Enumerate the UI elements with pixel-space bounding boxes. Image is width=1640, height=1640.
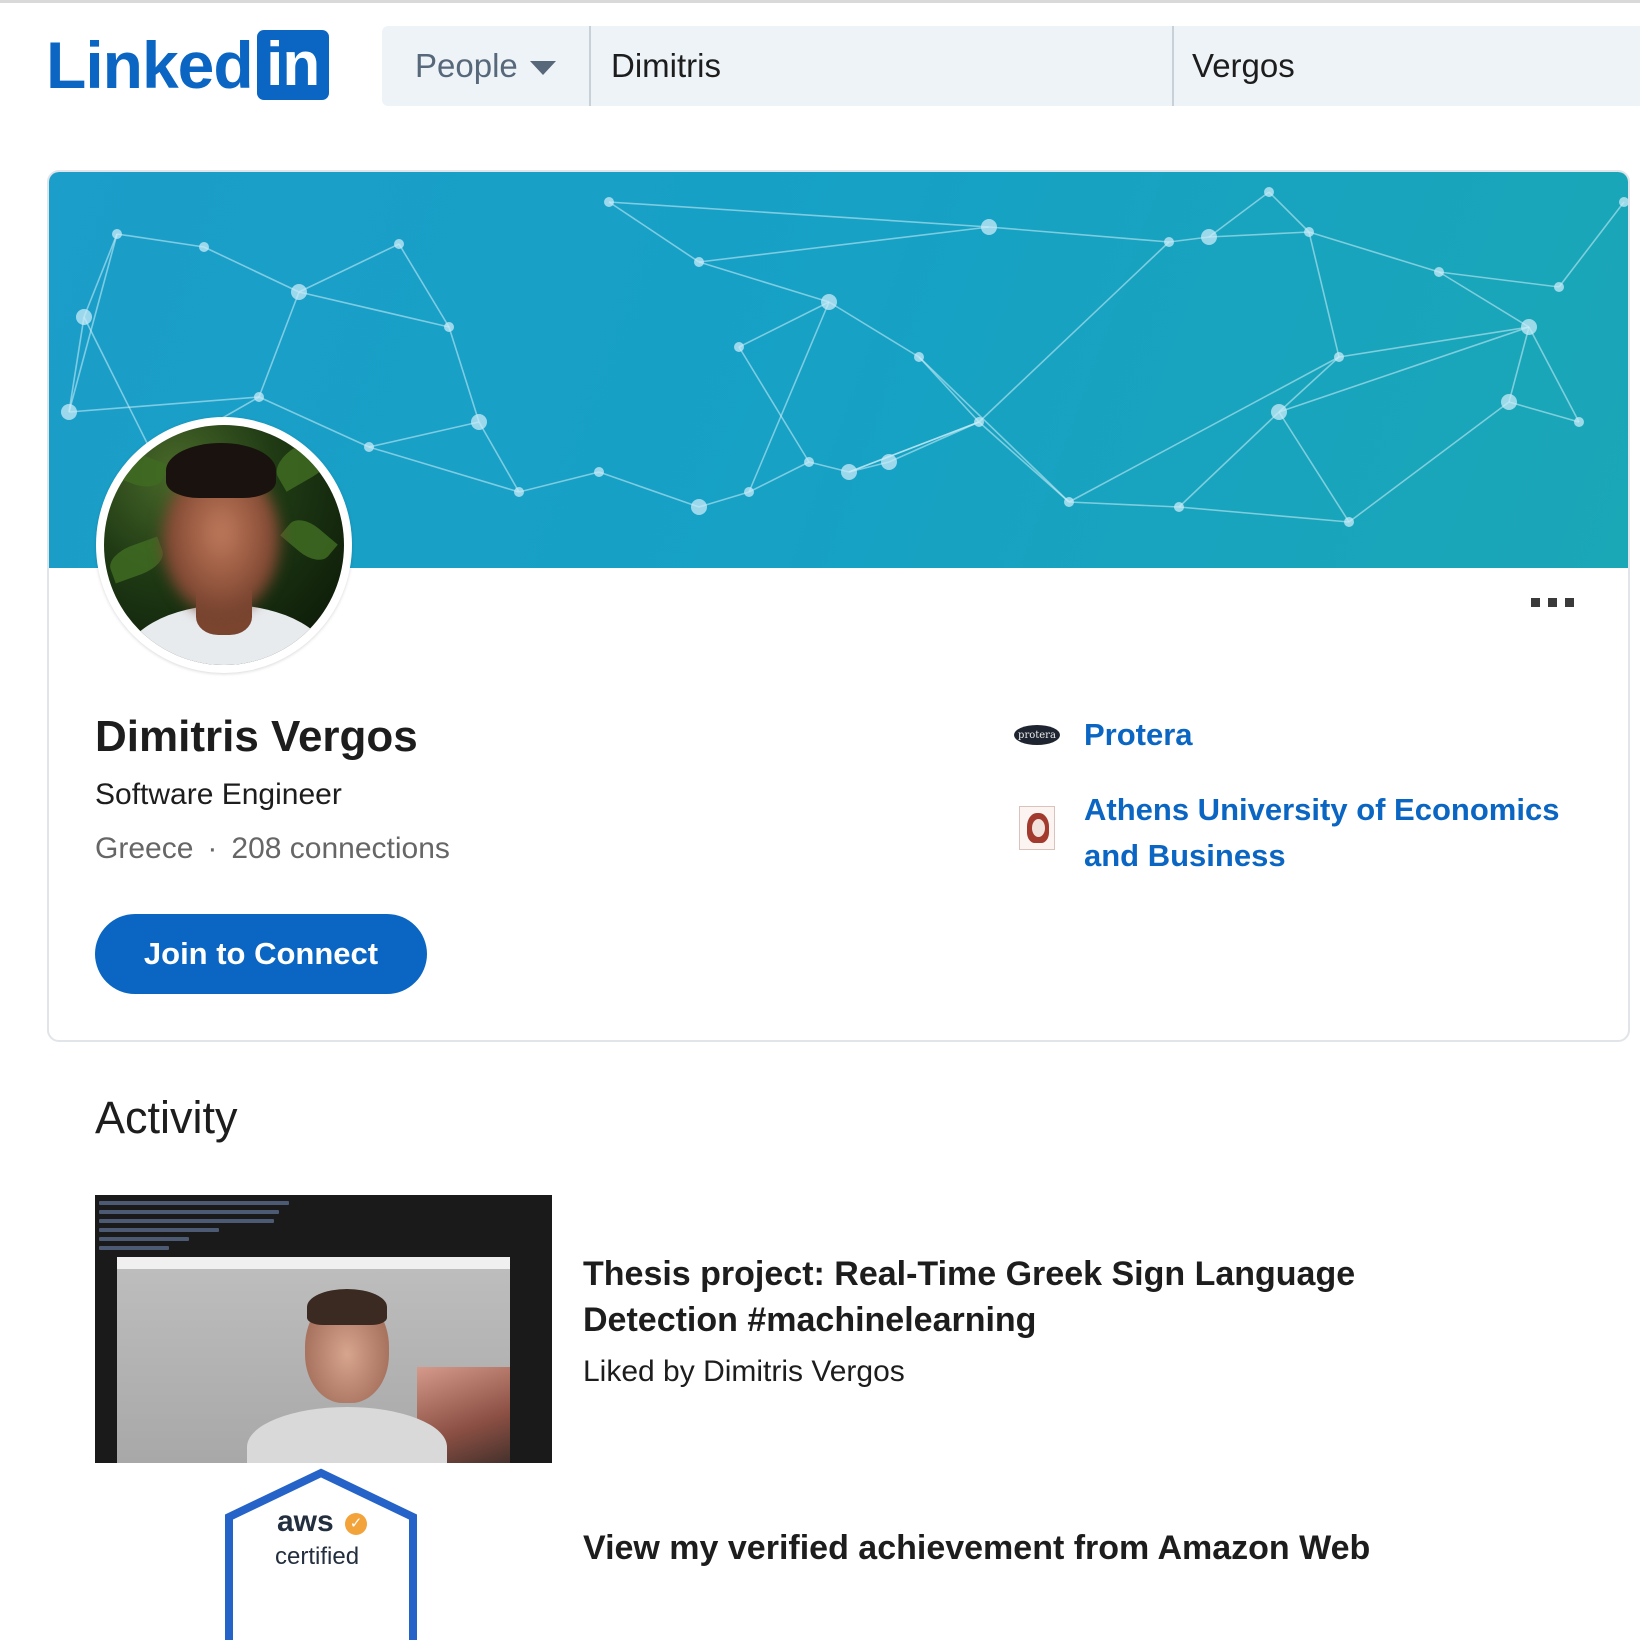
profile-name: Dimitris Vergos — [95, 712, 418, 761]
post-title[interactable]: Thesis project: Real-Time Greek Sign Lan… — [583, 1251, 1453, 1343]
activity-heading: Activity — [95, 1092, 238, 1143]
meta-separator: · — [207, 832, 218, 865]
avatar-photo — [104, 425, 344, 665]
logo-box: in — [256, 30, 329, 100]
dropdown-caret-icon — [529, 61, 556, 75]
post-thumbnail[interactable] — [95, 1195, 552, 1463]
first-name-value: Dimitris — [611, 47, 721, 84]
join-to-connect-button[interactable]: Join to Connect — [95, 914, 427, 994]
last-name-value: Vergos — [1192, 47, 1295, 84]
more-options-icon[interactable] — [1525, 592, 1580, 613]
protera-logo-icon: protera — [1014, 712, 1060, 758]
profile-avatar[interactable] — [96, 417, 352, 673]
profile-location: Greece — [95, 832, 194, 865]
search-type-dropdown[interactable]: People — [382, 26, 591, 106]
post-liked-by: Liked by Dimitris Vergos — [583, 1355, 905, 1388]
linkedin-logo[interactable]: Linked in — [46, 30, 329, 100]
experience-item-protera[interactable]: protera Protera — [1014, 712, 1193, 758]
last-name-input[interactable]: Vergos — [1174, 26, 1640, 106]
profile-headline: Software Engineer — [95, 778, 342, 811]
experience-link-protera[interactable]: Protera — [1084, 712, 1193, 758]
aws-certified-text: certified — [275, 1543, 360, 1570]
profile-meta: Greece · 208 connections — [95, 832, 450, 866]
profile-connections: 208 connections — [231, 832, 450, 865]
aueb-logo-icon — [1014, 805, 1060, 851]
experience-link-aueb[interactable]: Athens University of Economics and Busin… — [1084, 787, 1564, 879]
protera-logo-text: protera — [1014, 725, 1060, 745]
first-name-input[interactable]: Dimitris — [591, 26, 1174, 106]
profile-card: Dimitris Vergos Software Engineer Greece… — [47, 170, 1630, 1042]
aws-certified-badge-icon[interactable]: aws ✓ certified — [217, 1465, 425, 1640]
people-search-bar: People Dimitris Vergos — [382, 26, 1640, 106]
logo-word: Linked — [46, 28, 254, 102]
aws-check-icon: ✓ — [345, 1513, 367, 1535]
aws-brand: aws — [277, 1505, 334, 1538]
search-type-label: People — [415, 47, 518, 84]
post-title[interactable]: View my verified achievement from Amazon… — [583, 1525, 1453, 1571]
header: Linked in People Dimitris Vergos — [0, 0, 1640, 130]
experience-item-aueb[interactable]: Athens University of Economics and Busin… — [1014, 787, 1564, 879]
